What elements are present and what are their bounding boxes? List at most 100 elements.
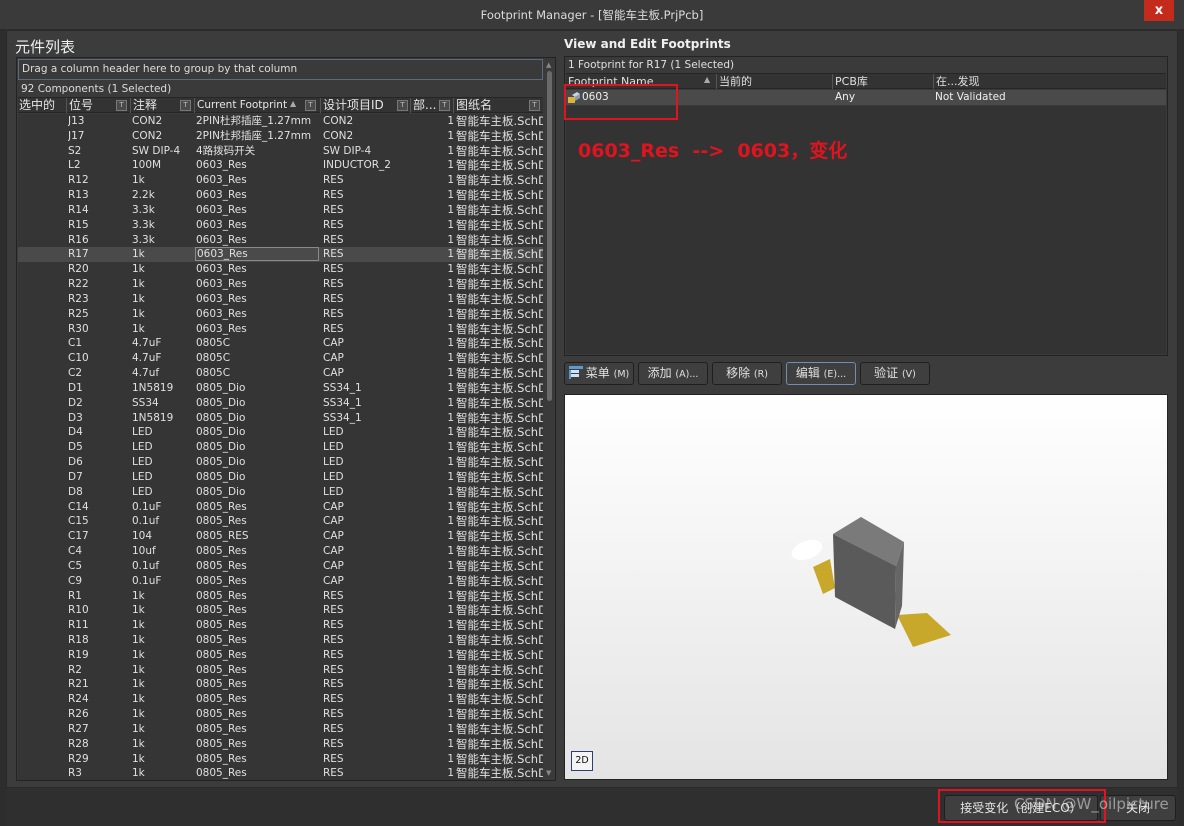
component-row[interactable]: R19 1k 0805_Res RES 1 智能车主板.SchD bbox=[18, 648, 543, 663]
close-window-button[interactable]: x bbox=[1144, 0, 1174, 21]
component-row[interactable]: R14 3.3k 0603_Res RES 1 智能车主板.SchD bbox=[18, 203, 543, 218]
component-row[interactable]: C5 0.1uf 0805_Res CAP 1 智能车主板.SchD bbox=[18, 559, 543, 574]
validate-button[interactable]: 验证 (V) bbox=[860, 362, 930, 385]
designator-cell: C2 bbox=[68, 367, 83, 380]
menu-button[interactable]: 菜单 (M) bbox=[564, 362, 634, 385]
component-row[interactable]: R10 1k 0805_Res RES 1 智能车主板.SchD bbox=[18, 603, 543, 618]
sheet-name-cell: 智能车主板.SchD bbox=[456, 736, 543, 751]
part-cell: 1 bbox=[447, 574, 454, 587]
component-row[interactable]: D4 LED 0805_Dio LED 1 智能车主板.SchD bbox=[18, 425, 543, 440]
component-row[interactable]: C14 0.1uF 0805_Res CAP 1 智能车主板.SchD bbox=[18, 500, 543, 515]
component-row[interactable]: R16 3.3k 0603_Res RES 1 智能车主板.SchD bbox=[18, 233, 543, 248]
column-header-current[interactable]: 当前的 bbox=[716, 74, 831, 89]
component-row[interactable]: C15 0.1uf 0805_Res CAP 1 智能车主板.SchD bbox=[18, 514, 543, 529]
component-row[interactable]: R28 1k 0805_Res RES 1 智能车主板.SchD bbox=[18, 737, 543, 752]
design-item-id-cell: RES bbox=[323, 189, 344, 202]
view-2d-button[interactable]: 2D bbox=[571, 751, 593, 771]
component-row[interactable]: D1 1N5819 0805_Dio SS34_1 1 智能车主板.SchD bbox=[18, 381, 543, 396]
component-row[interactable]: C4 10uf 0805_Res CAP 1 智能车主板.SchD bbox=[18, 544, 543, 559]
component-row[interactable]: D2 SS34 0805_Dio SS34_1 1 智能车主板.SchD bbox=[18, 396, 543, 411]
component-row[interactable]: L2 100M 0603_Res INDUCTOR_2 1 智能车主板.SchD bbox=[18, 158, 543, 173]
component-row[interactable]: R27 1k 0805_Res RES 1 智能车主板.SchD bbox=[18, 722, 543, 737]
pad-left bbox=[813, 559, 835, 594]
remove-button[interactable]: 移除 (R) bbox=[712, 362, 782, 385]
column-header-found-in[interactable]: 在...发现 bbox=[933, 74, 1167, 89]
current-footprint-cell: 0805_Res bbox=[196, 648, 247, 661]
scrollbar-thumb[interactable] bbox=[547, 71, 552, 401]
component-row[interactable]: D6 LED 0805_Dio LED 1 智能车主板.SchD bbox=[18, 455, 543, 470]
designator-cell: R17 bbox=[68, 248, 89, 261]
component-row[interactable]: J13 CON2 2PIN杜邦插座_1.27mm CON2 1 智能车主板.SchD bbox=[18, 114, 543, 129]
filter-icon[interactable]: T bbox=[529, 100, 540, 111]
add-button[interactable]: 添加 (A)... bbox=[638, 362, 708, 385]
component-row[interactable]: R17 1k 0603_Res RES 1 智能车主板.SchD bbox=[18, 247, 543, 263]
component-row[interactable]: R30 1k 0603_Res RES 1 智能车主板.SchD bbox=[18, 322, 543, 337]
column-header-part[interactable]: 部... bbox=[410, 98, 440, 113]
design-item-id-cell: RES bbox=[323, 218, 344, 231]
component-row[interactable]: R20 1k 0603_Res RES 1 智能车主板.SchD bbox=[18, 262, 543, 277]
footprint-3d-preview[interactable]: 2D bbox=[564, 394, 1168, 780]
sheet-name-cell: 智能车主板.SchD bbox=[456, 158, 543, 173]
column-header-pcb-library[interactable]: PCB库 bbox=[832, 74, 932, 89]
part-cell: 1 bbox=[447, 752, 454, 765]
scroll-up-icon[interactable]: ▲ bbox=[546, 61, 551, 69]
component-row[interactable]: C10 4.7uF 0805C CAP 1 智能车主板.SchD bbox=[18, 351, 543, 366]
current-footprint-cell: 0805_Res bbox=[196, 500, 247, 513]
column-header-selected[interactable]: 选中的 bbox=[19, 98, 69, 113]
filter-icon[interactable]: T bbox=[397, 100, 408, 111]
filter-icon[interactable]: T bbox=[180, 100, 191, 111]
component-row[interactable]: R24 1k 0805_Res RES 1 智能车主板.SchD bbox=[18, 692, 543, 707]
component-row[interactable]: R23 1k 0603_Res RES 1 智能车主板.SchD bbox=[18, 292, 543, 307]
menu-icon bbox=[568, 366, 583, 379]
current-footprint-cell: 0805_Res bbox=[196, 752, 247, 765]
filter-icon[interactable]: T bbox=[116, 100, 127, 111]
component-row[interactable]: S2 SW DIP-4 4路拨码开关 SW DIP-4 1 智能车主板.SchD bbox=[18, 144, 543, 159]
component-row[interactable]: R25 1k 0603_Res RES 1 智能车主板.SchD bbox=[18, 307, 543, 322]
component-row[interactable]: J17 CON2 2PIN杜邦插座_1.27mm CON2 1 智能车主板.SchD bbox=[18, 129, 543, 144]
column-header-sheet[interactable]: 图纸名 bbox=[453, 98, 533, 113]
component-row[interactable]: R26 1k 0805_Res RES 1 智能车主板.SchD bbox=[18, 707, 543, 722]
column-header-current-footprint[interactable]: Current Footprint bbox=[194, 98, 318, 113]
sheet-name-cell: 智能车主板.SchD bbox=[456, 128, 543, 143]
component-row[interactable]: R21 1k 0805_Res RES 1 智能车主板.SchD bbox=[18, 677, 543, 692]
sheet-name-cell: 智能车主板.SchD bbox=[456, 173, 543, 188]
component-row[interactable]: R11 1k 0805_Res RES 1 智能车主板.SchD bbox=[18, 618, 543, 633]
filter-icon[interactable]: T bbox=[305, 100, 316, 111]
component-row[interactable]: C2 4.7uf 0805C CAP 1 智能车主板.SchD bbox=[18, 366, 543, 381]
part-cell: 1 bbox=[447, 456, 454, 469]
current-footprint-cell: 0603_Res bbox=[196, 203, 247, 216]
sheet-name-cell: 智能车主板.SchD bbox=[456, 603, 543, 618]
component-row[interactable]: C9 0.1uF 0805_Res CAP 1 智能车主板.SchD bbox=[18, 574, 543, 589]
sheet-name-cell: 智能车主板.SchD bbox=[456, 306, 543, 321]
group-by-area[interactable]: Drag a column header here to group by th… bbox=[18, 59, 543, 80]
sheet-name-cell: 智能车主板.SchD bbox=[456, 232, 543, 247]
scroll-down-icon[interactable]: ▼ bbox=[546, 769, 551, 777]
edit-button[interactable]: 编辑 (E)... bbox=[786, 362, 856, 385]
component-row[interactable]: C17 104 0805_RES CAP 1 智能车主板.SchD bbox=[18, 529, 543, 544]
component-row[interactable]: R3 1k 0805_Res RES 1 智能车主板.SchD bbox=[18, 766, 543, 780]
current-footprint-cell: 2PIN杜邦插座_1.27mm bbox=[196, 115, 312, 127]
sheet-name-cell: 智能车主板.SchD bbox=[456, 395, 543, 410]
designator-cell: C15 bbox=[68, 515, 89, 528]
designator-cell: R15 bbox=[68, 218, 89, 231]
component-row[interactable]: R2 1k 0805_Res RES 1 智能车主板.SchD bbox=[18, 663, 543, 678]
component-row[interactable]: R13 2.2k 0603_Res RES 1 智能车主板.SchD bbox=[18, 188, 543, 203]
component-row[interactable]: R12 1k 0603_Res RES 1 智能车主板.SchD bbox=[18, 173, 543, 188]
component-row[interactable]: R22 1k 0603_Res RES 1 智能车主板.SchD bbox=[18, 277, 543, 292]
current-footprint-cell: 0805_Res bbox=[196, 767, 247, 780]
design-item-id-cell: CON2 bbox=[323, 129, 354, 142]
designator-cell: R27 bbox=[68, 722, 89, 735]
component-row[interactable]: R1 1k 0805_Res RES 1 智能车主板.SchD bbox=[18, 589, 543, 604]
filter-icon[interactable]: T bbox=[439, 100, 450, 111]
component-row[interactable]: D5 LED 0805_Dio LED 1 智能车主板.SchD bbox=[18, 440, 543, 455]
component-row[interactable]: R29 1k 0805_Res RES 1 智能车主板.SchD bbox=[18, 752, 543, 767]
component-row[interactable]: C1 4.7uF 0805C CAP 1 智能车主板.SchD bbox=[18, 336, 543, 351]
current-footprint-cell: 0603_Res bbox=[195, 247, 319, 262]
component-row[interactable]: R15 3.3k 0603_Res RES 1 智能车主板.SchD bbox=[18, 218, 543, 233]
component-row[interactable]: D7 LED 0805_Dio LED 1 智能车主板.SchD bbox=[18, 470, 543, 485]
component-row[interactable]: D3 1N5819 0805_Dio SS34_1 1 智能车主板.SchD bbox=[18, 411, 543, 426]
design-item-id-cell: CAP bbox=[323, 574, 344, 587]
component-row[interactable]: R18 1k 0805_Res RES 1 智能车主板.SchD bbox=[18, 633, 543, 648]
component-row[interactable]: D8 LED 0805_Dio LED 1 智能车主板.SchD bbox=[18, 485, 543, 500]
vertical-scrollbar[interactable]: ▲ ▼ bbox=[544, 59, 555, 779]
